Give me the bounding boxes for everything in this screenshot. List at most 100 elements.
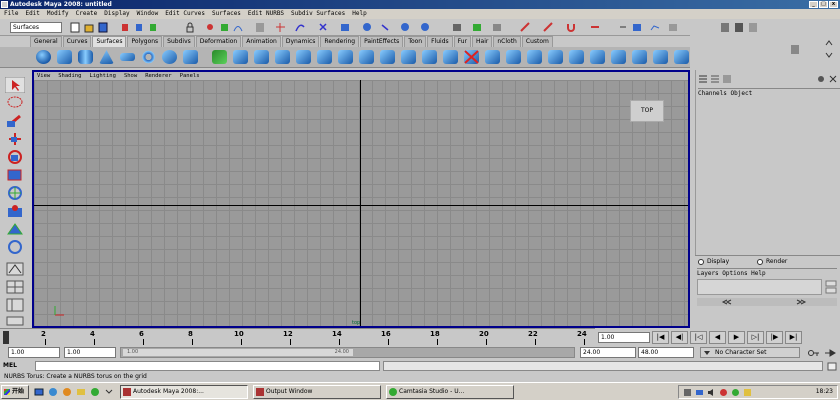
menu-edit[interactable]: Edit bbox=[25, 9, 39, 19]
lock-selection-icon[interactable] bbox=[185, 22, 195, 33]
transform-constraint-icon[interactable] bbox=[590, 22, 600, 33]
show-tool-settings-icon[interactable] bbox=[734, 22, 744, 33]
sculpt-icon[interactable] bbox=[520, 22, 530, 33]
last-tool-used-icon[interactable] bbox=[5, 239, 25, 255]
help-question-icon[interactable] bbox=[420, 22, 430, 33]
snap-to-point-icon[interactable] bbox=[318, 22, 328, 33]
range-slider-handle[interactable]: 1.00 24.00 bbox=[123, 349, 353, 356]
reverse-surface-icon[interactable] bbox=[653, 50, 668, 64]
menu-edit-curves[interactable]: Edit Curves bbox=[165, 9, 205, 19]
make-live-icon[interactable] bbox=[362, 22, 372, 33]
snap-to-curve-icon[interactable] bbox=[295, 22, 305, 33]
rotate-tool-icon[interactable] bbox=[5, 149, 25, 165]
shelf-tab-subdivs[interactable]: Subdivs bbox=[163, 36, 195, 47]
task-camtasia[interactable]: Camtasia Studio - U... bbox=[386, 385, 514, 399]
nurbs-cone-icon[interactable] bbox=[99, 50, 114, 64]
explorer-icon[interactable] bbox=[76, 387, 86, 397]
intersect-surfaces-icon[interactable] bbox=[422, 50, 437, 64]
tray-input-method-icon[interactable] bbox=[743, 388, 752, 397]
script-editor-icon[interactable] bbox=[827, 362, 837, 371]
menu-set-selector[interactable]: Surfaces bbox=[10, 22, 62, 33]
layer-list[interactable] bbox=[697, 279, 822, 295]
shelf-tab-deformation[interactable]: Deformation bbox=[195, 36, 242, 47]
soft-modification-tool-icon[interactable] bbox=[5, 203, 25, 219]
paint-icon[interactable] bbox=[543, 22, 553, 33]
sculpt-geometry-icon[interactable] bbox=[674, 50, 689, 64]
square-surface-icon[interactable] bbox=[338, 50, 353, 64]
command-language-label[interactable]: MEL bbox=[3, 361, 33, 371]
step-forward-key-icon[interactable]: ▷| bbox=[747, 331, 764, 344]
tray-app-icon[interactable] bbox=[683, 388, 692, 397]
quick-launch-app-icon[interactable] bbox=[90, 387, 100, 397]
bevel-plus-icon[interactable] bbox=[380, 50, 395, 64]
close-icon[interactable]: x bbox=[829, 1, 838, 8]
task-maya[interactable]: Autodesk Maya 2008:... bbox=[120, 385, 248, 399]
render-settings-icon[interactable] bbox=[492, 22, 502, 33]
playback-start-field[interactable]: 1.00 bbox=[64, 347, 116, 358]
tray-clock[interactable]: 18:23 bbox=[816, 388, 833, 395]
media-player-icon[interactable] bbox=[62, 387, 72, 397]
snap-to-grid-icon[interactable] bbox=[275, 22, 285, 33]
play-forwards-icon[interactable]: ▶ bbox=[728, 331, 745, 344]
boundary-icon[interactable] bbox=[317, 50, 332, 64]
scale-tool-icon[interactable] bbox=[5, 167, 25, 183]
playback-end-field[interactable]: 24.00 bbox=[580, 347, 636, 358]
ipr-render-icon[interactable] bbox=[472, 22, 482, 33]
range-slider[interactable]: 1.00 24.00 bbox=[120, 347, 575, 358]
shelf-tab-dynamics[interactable]: Dynamics bbox=[281, 36, 320, 47]
view-cube-top-button[interactable]: TOP bbox=[630, 100, 664, 122]
layout-four-pane-icon[interactable] bbox=[5, 279, 25, 295]
menu-edit-nurbs[interactable]: Edit NURBS bbox=[248, 9, 284, 19]
step-forward-frame-icon[interactable]: |▶ bbox=[766, 331, 783, 344]
show-manipulator-icon[interactable] bbox=[5, 221, 25, 237]
attribute-editor-toggle-icon[interactable] bbox=[710, 74, 720, 84]
time-slider[interactable]: 2 4 6 8 10 12 14 16 18 20 22 24 bbox=[0, 328, 595, 345]
shelf-tab-custom[interactable]: Custom bbox=[521, 36, 553, 47]
nurbs-circle-icon[interactable] bbox=[162, 50, 177, 64]
select-object-icon[interactable] bbox=[134, 22, 144, 33]
reflection-icon[interactable] bbox=[618, 22, 628, 33]
tray-security-icon[interactable] bbox=[719, 388, 728, 397]
input-output-icon[interactable] bbox=[380, 22, 390, 33]
start-button[interactable]: 开始 bbox=[1, 385, 29, 399]
insert-isoparms-icon[interactable] bbox=[569, 50, 584, 64]
animation-start-field[interactable]: 1.00 bbox=[8, 347, 60, 358]
shelf-tab-hair[interactable]: Hair bbox=[472, 36, 493, 47]
viewport-panel[interactable]: View Shading Lighting Show Renderer Pane… bbox=[32, 70, 690, 328]
command-input[interactable] bbox=[35, 361, 380, 371]
select-hierarchy-icon[interactable] bbox=[120, 22, 130, 33]
rebuild-surfaces-icon[interactable] bbox=[632, 50, 647, 64]
menu-modify[interactable]: Modify bbox=[47, 9, 69, 19]
select-by-handle-icon[interactable] bbox=[205, 22, 215, 33]
menu-create[interactable]: Create bbox=[76, 9, 98, 19]
step-back-key-icon[interactable]: |◁ bbox=[690, 331, 707, 344]
select-by-curve-icon[interactable] bbox=[233, 22, 243, 33]
auto-key-icon[interactable] bbox=[808, 348, 820, 358]
nurbs-cube-icon[interactable] bbox=[57, 50, 72, 64]
menu-display[interactable]: Display bbox=[104, 9, 129, 19]
layout-outliner-icon[interactable] bbox=[5, 297, 25, 313]
nurbs-cylinder-icon[interactable] bbox=[78, 50, 93, 64]
extend-surfaces-icon[interactable] bbox=[590, 50, 605, 64]
shelf-tab-toon[interactable]: Toon bbox=[404, 36, 427, 47]
shelf-tab-fluids[interactable]: Fluids bbox=[427, 36, 453, 47]
play-backwards-icon[interactable]: ◀ bbox=[709, 331, 726, 344]
panel-menu-shading[interactable]: Shading bbox=[58, 72, 81, 80]
render-layer-radio[interactable] bbox=[757, 259, 763, 265]
extrude-icon[interactable] bbox=[275, 50, 290, 64]
lasso-tool-icon[interactable] bbox=[5, 95, 25, 111]
quick-launch-more-icon[interactable] bbox=[104, 387, 114, 397]
shelf-tab-surfaces[interactable]: Surfaces bbox=[92, 36, 127, 47]
render-current-frame-icon[interactable] bbox=[452, 22, 462, 33]
minimize-icon[interactable]: _ bbox=[809, 1, 818, 8]
align-surfaces-icon[interactable] bbox=[527, 50, 542, 64]
go-to-start-icon[interactable]: |◀ bbox=[652, 331, 669, 344]
snap-to-view-plane-icon[interactable] bbox=[340, 22, 350, 33]
character-set-selector[interactable]: No Character Set bbox=[700, 347, 800, 358]
attach-surfaces-icon[interactable] bbox=[485, 50, 500, 64]
show-attribute-editor-icon[interactable] bbox=[720, 22, 730, 33]
shelf-options-icon[interactable] bbox=[790, 44, 800, 55]
offset-surfaces-icon[interactable] bbox=[611, 50, 626, 64]
quick-help-icon[interactable] bbox=[668, 22, 678, 33]
shelf-tab-general[interactable]: General bbox=[30, 36, 62, 47]
